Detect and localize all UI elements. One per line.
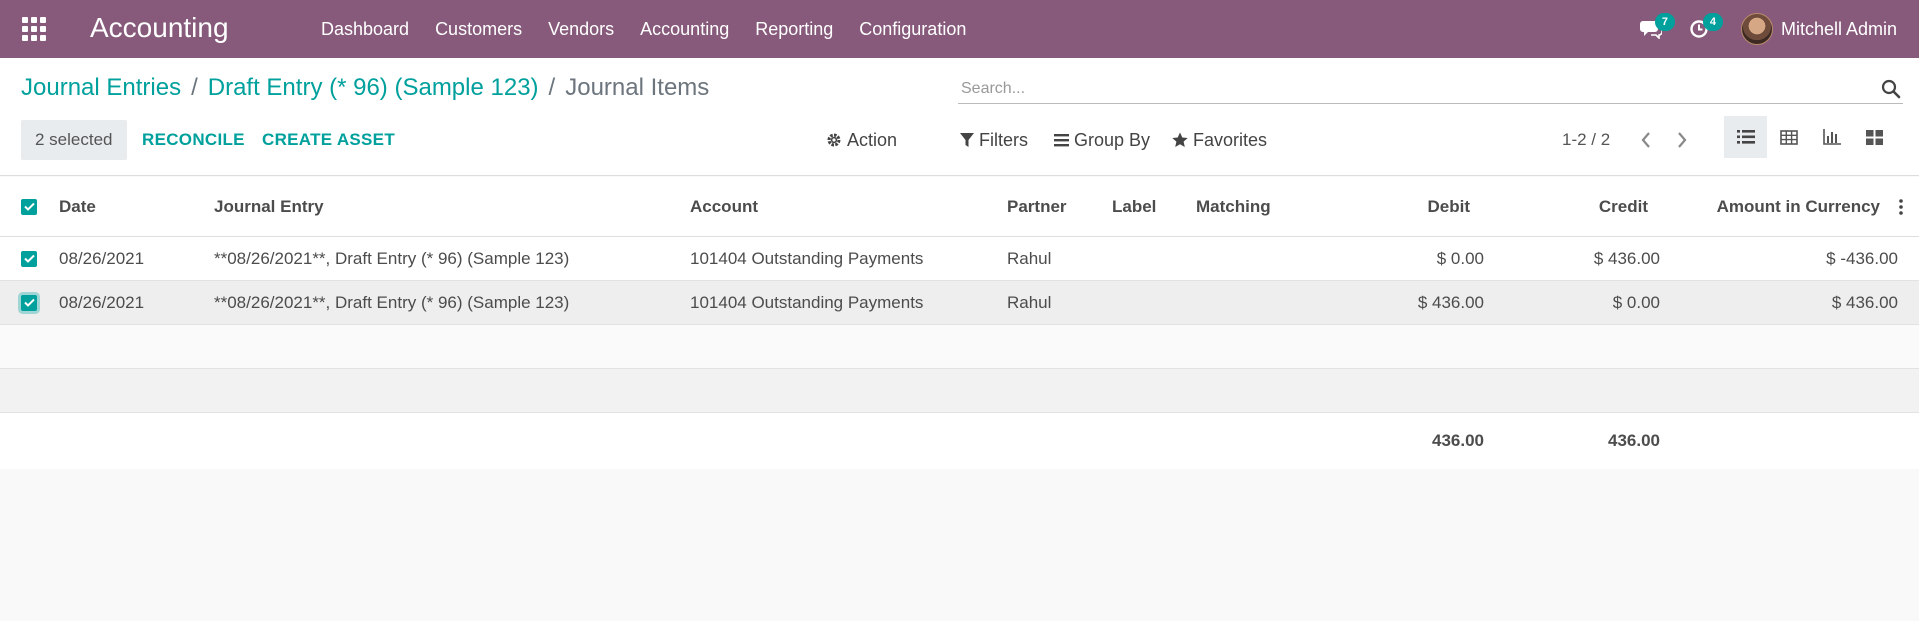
cell-partner: Rahul xyxy=(1007,248,1052,268)
user-menu[interactable]: Mitchell Admin xyxy=(1723,13,1919,45)
filter-icon xyxy=(960,132,974,148)
avatar xyxy=(1740,13,1773,45)
user-name: Mitchell Admin xyxy=(1780,18,1897,39)
kebab-icon xyxy=(1899,199,1903,215)
breadcrumb-separator: / xyxy=(191,74,198,101)
apps-menu-icon[interactable] xyxy=(22,17,46,41)
kanban-view-button[interactable] xyxy=(1853,116,1896,158)
breadcrumb-separator: / xyxy=(548,74,556,101)
cell-journal-entry: **08/26/2021**, Draft Entry (* 96) (Samp… xyxy=(214,292,570,312)
create-asset-button[interactable]: CREATE ASSET xyxy=(262,120,395,160)
pager-value[interactable]: 1-2 / 2 xyxy=(1562,120,1610,160)
column-header-label[interactable]: Label xyxy=(1112,177,1156,236)
cell-account: 101404 Outstanding Payments xyxy=(690,292,924,312)
table-header: Date Journal Entry Account Partner Label… xyxy=(0,177,1919,237)
cell-partner: Rahul xyxy=(1007,292,1052,312)
group-by-label: Group By xyxy=(1074,130,1151,150)
chevron-left-icon xyxy=(1641,132,1650,148)
check-icon xyxy=(23,254,35,263)
table-footer-totals: 436.00 436.00 xyxy=(0,413,1919,469)
cell-amount-in-currency: $ -436.00 xyxy=(1826,248,1898,268)
cell-debit: $ 436.00 xyxy=(1417,292,1484,312)
cell-account: 101404 Outstanding Payments xyxy=(690,248,924,268)
favorites-dropdown[interactable]: Favorites xyxy=(1172,120,1267,160)
menu-item-customers[interactable]: Customers xyxy=(422,0,535,58)
search-input[interactable] xyxy=(958,79,1881,98)
list-view-icon xyxy=(1736,130,1755,144)
breadcrumb-journal-entries[interactable]: Journal Entries xyxy=(21,74,181,102)
reconcile-button[interactable]: RECONCILE xyxy=(142,120,245,160)
check-icon xyxy=(23,202,35,211)
row-checkbox[interactable] xyxy=(21,237,37,280)
main-menu: Dashboard Customers Vendors Accounting R… xyxy=(308,0,979,58)
total-debit: 436.00 xyxy=(1432,431,1484,450)
column-header-account[interactable]: Account xyxy=(690,177,758,236)
action-dropdown[interactable]: Action xyxy=(826,120,897,160)
table-grid-icon xyxy=(1779,129,1798,145)
menu-item-vendors[interactable]: Vendors xyxy=(535,0,627,58)
table-row[interactable]: 08/26/2021 **08/26/2021**, Draft Entry (… xyxy=(0,237,1919,281)
favorites-label: Favorites xyxy=(1193,130,1268,150)
total-credit: 436.00 xyxy=(1608,431,1660,450)
gear-icon xyxy=(826,132,842,148)
control-panel: Journal Entries / Draft Entry (* 96) (Sa… xyxy=(0,58,1919,176)
column-header-journal-entry[interactable]: Journal Entry xyxy=(214,177,324,236)
kanban-icon xyxy=(1866,129,1883,145)
column-header-partner[interactable]: Partner xyxy=(1007,177,1067,236)
list-view-button[interactable] xyxy=(1724,116,1767,158)
list-bars-icon xyxy=(1054,133,1069,147)
cell-journal-entry: **08/26/2021**, Draft Entry (* 96) (Samp… xyxy=(214,248,570,268)
filters-dropdown[interactable]: Filters xyxy=(960,120,1028,160)
search-bar xyxy=(958,74,1903,104)
top-navbar: Accounting Dashboard Customers Vendors A… xyxy=(0,0,1919,58)
column-header-debit[interactable]: Debit xyxy=(1300,177,1471,236)
breadcrumb-draft-entry[interactable]: Draft Entry (* 96) (Sample 123) xyxy=(208,74,539,102)
activities-badge: 4 xyxy=(1702,13,1723,31)
column-header-date[interactable]: Date xyxy=(59,177,96,236)
cell-credit: $ 436.00 xyxy=(1593,248,1660,268)
graph-view-button[interactable] xyxy=(1810,116,1853,158)
cell-debit: $ 0.00 xyxy=(1436,248,1484,268)
pager-next-button[interactable] xyxy=(1664,120,1700,160)
breadcrumb: Journal Entries / Draft Entry (* 96) (Sa… xyxy=(21,74,709,102)
messages-tray[interactable]: 7 xyxy=(1627,0,1675,58)
empty-row xyxy=(0,369,1919,413)
empty-content-area xyxy=(0,471,1919,621)
check-icon xyxy=(23,298,35,307)
view-switcher xyxy=(1724,116,1896,158)
systray: 7 4 Mitchell Admin xyxy=(1627,0,1919,58)
cell-amount-in-currency: $ 436.00 xyxy=(1831,292,1898,312)
app-title[interactable]: Accounting xyxy=(90,10,229,46)
pivot-view-button[interactable] xyxy=(1767,116,1810,158)
menu-item-reporting[interactable]: Reporting xyxy=(742,0,846,58)
selected-count: 2 selected xyxy=(21,120,127,160)
search-icon[interactable] xyxy=(1881,79,1901,99)
pager-previous-button[interactable] xyxy=(1628,120,1664,160)
cell-date: 08/26/2021 xyxy=(59,292,145,312)
column-header-matching[interactable]: Matching xyxy=(1196,177,1271,236)
cell-credit: $ 0.00 xyxy=(1612,292,1660,312)
column-header-amount-in-currency[interactable]: Amount in Currency xyxy=(1660,177,1880,236)
chevron-right-icon xyxy=(1678,132,1687,148)
activities-tray[interactable]: 4 xyxy=(1675,0,1723,58)
row-checkbox[interactable] xyxy=(21,281,37,324)
menu-item-configuration[interactable]: Configuration xyxy=(846,0,979,58)
cell-date: 08/26/2021 xyxy=(59,248,145,268)
select-all-checkbox[interactable] xyxy=(21,177,37,236)
journal-items-table: Date Journal Entry Account Partner Label… xyxy=(0,177,1919,469)
filters-label: Filters xyxy=(979,130,1028,150)
table-row[interactable]: 08/26/2021 **08/26/2021**, Draft Entry (… xyxy=(0,281,1919,325)
page-title: Journal Items xyxy=(565,74,710,101)
messages-badge: 7 xyxy=(1654,13,1675,31)
group-by-dropdown[interactable]: Group By xyxy=(1054,120,1150,160)
empty-row xyxy=(0,325,1919,369)
column-header-credit[interactable]: Credit xyxy=(1480,177,1648,236)
star-icon xyxy=(1172,132,1188,148)
menu-item-dashboard[interactable]: Dashboard xyxy=(308,0,422,58)
action-label: Action xyxy=(847,130,898,150)
menu-item-accounting[interactable]: Accounting xyxy=(627,0,742,58)
optional-columns-menu[interactable] xyxy=(1898,177,1904,237)
bar-chart-icon xyxy=(1822,129,1841,145)
